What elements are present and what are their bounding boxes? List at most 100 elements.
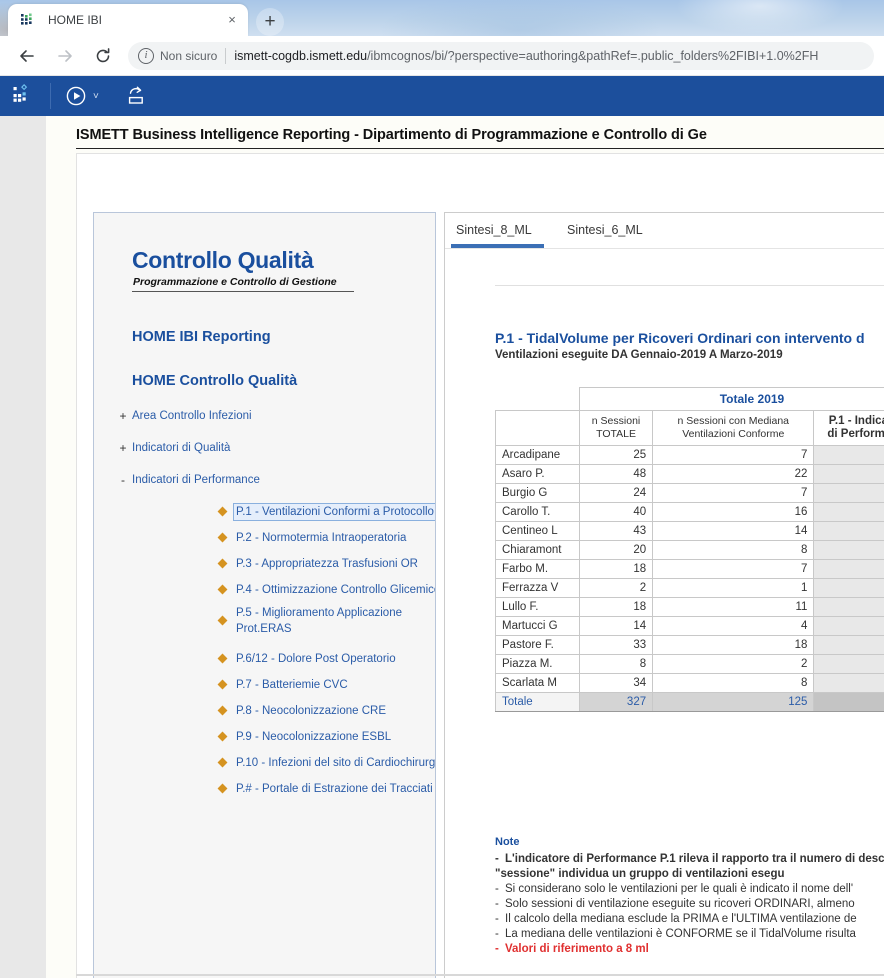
- note-item: - La mediana delle ventilazioni è CONFORM…: [495, 927, 884, 942]
- performance-data-table: Totale 2019 n Sessioni TOTALE n Sessioni…: [495, 387, 884, 712]
- sidebar-item-label: Indicatori di Performance: [132, 474, 260, 486]
- cell-sessioni-conformi: 7: [652, 445, 815, 465]
- sidebar-item-indicatori-di-qualita[interactable]: + Indicatori di Qualità: [116, 441, 435, 459]
- sidebar-item-area-controllo-infezioni[interactable]: + Area Controllo Infezioni: [116, 409, 435, 427]
- info-circle-icon[interactable]: i: [138, 47, 154, 64]
- cell-indicatore: 40,0%: [813, 540, 884, 560]
- table-row: Arcadipane 25 7 28,0%: [495, 445, 884, 465]
- note-item: - Si considerano solo le ventilazioni per…: [495, 882, 884, 897]
- expander-plus-icon[interactable]: +: [116, 409, 130, 424]
- table-row: Burgio G 24 7 29,2%: [495, 483, 884, 503]
- cell-name: Arcadipane: [495, 445, 580, 465]
- cell-sessioni-totale: 24: [578, 483, 654, 503]
- page-title-rule: [76, 148, 884, 149]
- address-bar[interactable]: i Non sicuro ismett-cogdb.ismett.edu/ibm…: [128, 41, 874, 70]
- cell-name: Lullo F.: [495, 597, 580, 617]
- chevron-down-icon[interactable]: ˅: [93, 91, 99, 102]
- sidebar-item-portale-tracciati[interactable]: P.# - Portale di Estrazione dei Tracciat…: [218, 781, 435, 797]
- col-header-line-1: n Sessioni: [591, 415, 641, 427]
- sidebar-item-p8[interactable]: P.8 - Neocolonizzazione CRE: [218, 703, 435, 719]
- notes-section: Note - L'indicatore di Performance P.1 ri…: [495, 836, 884, 957]
- cell-sessioni-totale: 34: [578, 673, 654, 693]
- note-text: Il calcolo della mediana esclude la PRIM…: [505, 913, 857, 925]
- ibm-cognos-logo[interactable]: [12, 84, 36, 108]
- tab-sintesi-6-ml[interactable]: Sintesi_6_ML: [567, 223, 643, 237]
- table-row: Centineo L 43 14 32,6%: [495, 521, 884, 541]
- refresh-save-button[interactable]: [121, 76, 151, 116]
- sidebar-item-label: Indicatori di Qualità: [132, 442, 231, 454]
- cell-sessioni-totale: 20: [578, 540, 654, 560]
- cell-sessioni-conformi: 22: [652, 464, 815, 484]
- table-total-row: Totale 327 125 38,2%: [495, 692, 884, 712]
- table-header-sub-row: n Sessioni TOTALE n Sessioni con Mediana…: [495, 410, 884, 446]
- tab-sintesi-8-ml[interactable]: Sintesi_8_ML: [456, 223, 532, 237]
- cell-name: Centineo L: [495, 521, 580, 541]
- sidebar-item-p9[interactable]: P.9 - Neocolonizzazione ESBL: [218, 729, 435, 745]
- cognos-dots-icon: [20, 12, 36, 28]
- sidebar-item-label: P.4 - Ottimizzazione Controllo Glicemico: [236, 584, 436, 596]
- sidebar-heading-home-ibi[interactable]: HOME IBI Reporting: [132, 329, 271, 345]
- cell-sessioni-conformi: 2: [652, 654, 815, 674]
- cell-sessioni-totale: 18: [578, 559, 654, 579]
- note-text: Si considerano solo le ventilazioni per …: [505, 883, 854, 895]
- browser-tab[interactable]: HOME IBI ×: [8, 4, 248, 36]
- sidebar-item-p1[interactable]: P.1 - Ventilazioni Conformi a Protocollo: [218, 503, 435, 521]
- table-group-header: Totale 2019: [578, 387, 884, 411]
- report-page-content: ISMETT Business Intelligence Reporting -…: [46, 116, 884, 978]
- sidebar-item-p2[interactable]: P.2 - Normotermia Intraoperatoria: [218, 530, 435, 546]
- cell-indicatore: 32,6%: [813, 521, 884, 541]
- sidebar-item-label: P.7 - Batteriemie CVC: [236, 679, 348, 691]
- sidebar-item-label: P.2 - Normotermia Intraoperatoria: [236, 532, 407, 544]
- note-item: - L'indicatore di Performance P.1 rileva …: [495, 852, 884, 882]
- sidebar-item-p6-12[interactable]: P.6/12 - Dolore Post Operatorio: [218, 651, 435, 667]
- cell-total-label: Totale: [495, 692, 580, 712]
- sidebar-item-label: P.9 - Neocolonizzazione ESBL: [236, 731, 392, 743]
- expander-minus-icon[interactable]: -: [116, 473, 130, 488]
- cell-name: Piazza M.: [495, 654, 580, 674]
- sidebar-item-p5[interactable]: P.5 - Miglioramento Applicazione Prot.ER…: [218, 605, 435, 637]
- table-header-group-row: Totale 2019: [495, 387, 884, 411]
- note-item-warning: - Valori di riferimento a 8 ml: [495, 942, 884, 957]
- cell-name: Ferrazza V: [495, 578, 580, 598]
- col-header-line-1: n Sessioni con Mediana: [677, 415, 790, 427]
- run-button[interactable]: ˅: [61, 76, 103, 116]
- arrow-left-icon[interactable]: [12, 41, 42, 71]
- cell-indicatore: 25,0%: [813, 654, 884, 674]
- report-sheet: Controllo Qualità Programmazione e Contr…: [76, 153, 884, 978]
- cell-sessioni-conformi: 4: [652, 616, 815, 636]
- expander-plus-icon[interactable]: +: [116, 441, 130, 456]
- cell-name: Martucci G: [495, 616, 580, 636]
- cell-sessioni-totale: 18: [578, 597, 654, 617]
- browser-tab-title: HOME IBI: [48, 13, 103, 27]
- sidebar-heading-home-cq[interactable]: HOME Controllo Qualità: [132, 373, 297, 389]
- sidebar-item-p4[interactable]: P.4 - Ottimizzazione Controllo Glicemico: [218, 582, 436, 598]
- col-header-line-2: di Performance: [827, 428, 884, 440]
- cell-indicatore: 54,5%: [813, 635, 884, 655]
- sidebar-item-indicatori-di-performance[interactable]: - Indicatori di Performance: [116, 473, 435, 491]
- close-icon[interactable]: ×: [224, 12, 240, 28]
- cell-sessioni-conformi: 1: [652, 578, 815, 598]
- sidebar-item-p7[interactable]: P.7 - Batteriemie CVC: [218, 677, 435, 693]
- table-row: Asaro P. 48 22 45,8%: [495, 464, 884, 484]
- reload-icon[interactable]: [88, 41, 118, 71]
- sidebar-item-p3[interactable]: P.3 - Appropriatezza Trasfusioni OR: [218, 556, 435, 572]
- sidebar-item-p10[interactable]: P.10 - Infezioni del sito di Cardiochiru…: [218, 755, 435, 771]
- table-row: Martucci G 14 4 28,6%: [495, 616, 884, 636]
- note-dash: -: [495, 883, 499, 895]
- browser-toolbar: i Non sicuro ismett-cogdb.ismett.edu/ibm…: [0, 36, 884, 76]
- url-text: ismett-cogdb.ismett.edu/ibmcognos/bi/?pe…: [234, 49, 818, 63]
- sidebar-item-label: P.3 - Appropriatezza Trasfusioni OR: [236, 558, 418, 570]
- arrow-right-icon[interactable]: [50, 41, 80, 71]
- new-tab-button[interactable]: +: [256, 8, 284, 36]
- table-col-header-indicatore: P.1 - Indicatore di Performance: [813, 410, 884, 446]
- cell-sessioni-totale: 40: [578, 502, 654, 522]
- cell-indicatore: 61,1%: [813, 597, 884, 617]
- note-text: La mediana delle ventilazioni è CONFORME…: [505, 928, 856, 940]
- page-title: ISMETT Business Intelligence Reporting -…: [76, 127, 707, 143]
- cell-sessioni-conformi: 14: [652, 521, 815, 541]
- url-path: /ibmcognos/bi/?perspective=authoring&pat…: [367, 48, 819, 63]
- cell-sessioni-totale: 33: [578, 635, 654, 655]
- note-dash: -: [495, 943, 499, 955]
- report-title: P.1 - TidalVolume per Ricoveri Ordinari …: [495, 330, 865, 346]
- report-subtitle: Ventilazioni eseguite DA Gennaio-2019 A …: [495, 349, 783, 361]
